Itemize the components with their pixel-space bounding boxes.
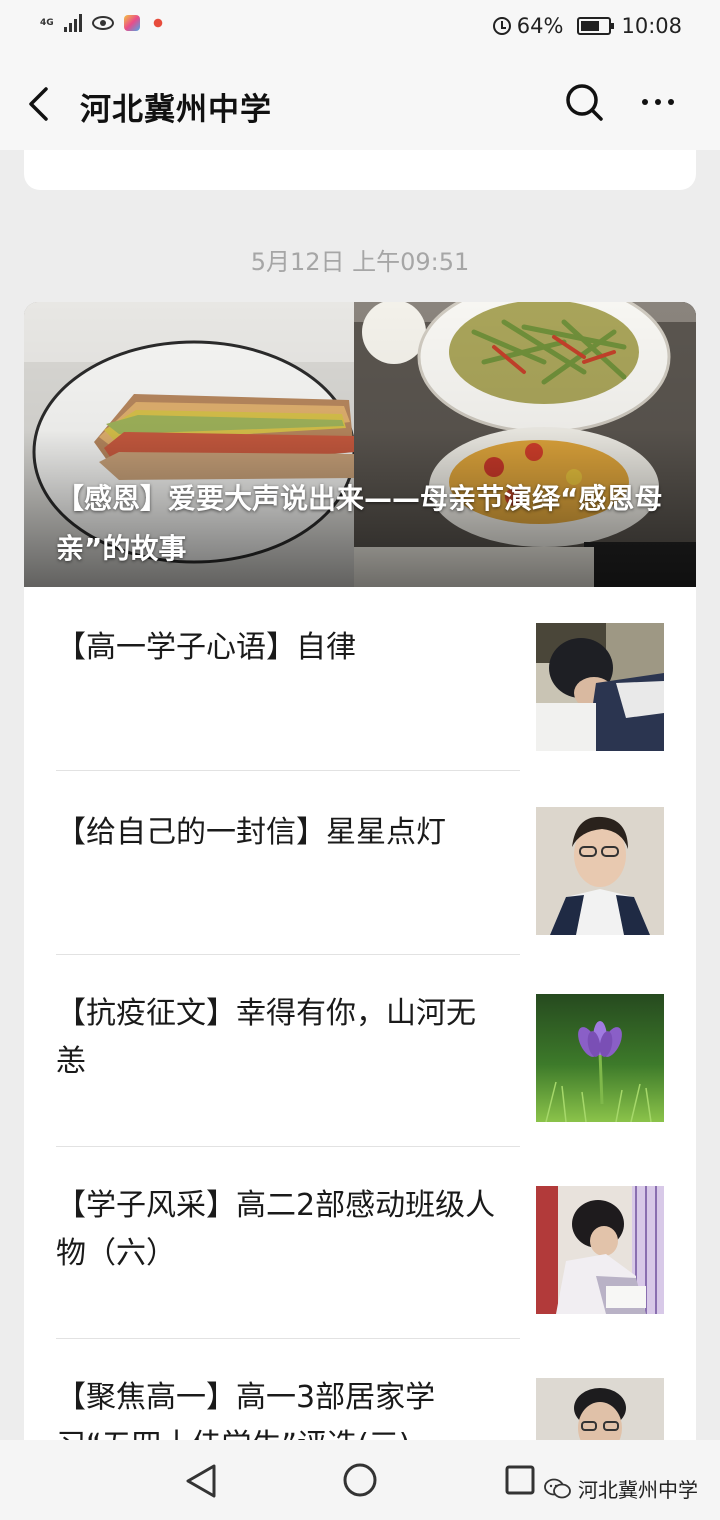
more-menu-icon[interactable] xyxy=(642,99,674,105)
clock: 10:08 xyxy=(621,14,682,38)
article-thumbnail xyxy=(536,623,664,751)
previous-message-card xyxy=(24,150,696,190)
watermark: 河北冀州中学 xyxy=(544,1474,698,1503)
nav-bar: 河北冀州中学 xyxy=(0,56,720,150)
article-divider xyxy=(56,1146,520,1147)
eye-comfort-icon xyxy=(91,16,114,30)
status-bar: 4G 64% 10:08 xyxy=(0,0,720,56)
article-divider xyxy=(56,1338,520,1339)
message-card: 【感恩】爱要大声说出来——母亲节演绎“感恩母亲”的故事 【高一学子心语】自律 【… xyxy=(24,302,696,1502)
location-notification-icon xyxy=(149,15,166,31)
cover-article[interactable]: 【感恩】爱要大声说出来——母亲节演绎“感恩母亲”的故事 xyxy=(24,302,696,587)
article-item[interactable]: 【学子风采】高二2部感动班级人物（六） xyxy=(56,1182,664,1317)
home-circle-icon[interactable] xyxy=(342,1462,378,1498)
wechat-icon xyxy=(544,1478,571,1498)
alarm-icon xyxy=(492,17,511,35)
article-divider xyxy=(56,770,520,771)
cover-article-title: 【感恩】爱要大声说出来——母亲节演绎“感恩母亲”的故事 xyxy=(56,482,663,565)
article-thumbnail xyxy=(536,807,664,935)
back-arrow-icon[interactable] xyxy=(26,86,56,122)
article-title: 【高一学子心语】自律 xyxy=(56,630,356,665)
article-title: 【抗疫征文】幸得有你，山河无恙 xyxy=(56,996,476,1079)
article-title: 【给自己的一封信】星星点灯 xyxy=(56,815,446,850)
system-navigation-bar: 河北冀州中学 xyxy=(0,1440,720,1520)
article-thumbnail xyxy=(536,994,664,1122)
article-item[interactable]: 【抗疫征文】幸得有你，山河无恙 xyxy=(56,990,664,1125)
article-title: 【学子风采】高二2部感动班级人物（六） xyxy=(56,1188,496,1271)
search-icon[interactable] xyxy=(564,82,604,122)
battery-percent: 64% xyxy=(516,14,564,38)
article-thumbnail xyxy=(536,1186,664,1314)
network-type: 4G xyxy=(40,17,54,28)
battery-icon xyxy=(577,17,615,35)
article-item[interactable]: 【给自己的一封信】星星点灯 xyxy=(56,807,664,937)
account-title: 河北冀州中学 xyxy=(80,92,272,128)
recent-apps-square-icon[interactable] xyxy=(504,1464,536,1496)
status-right: 64% 10:08 xyxy=(492,14,682,38)
back-triangle-icon[interactable] xyxy=(184,1462,218,1500)
app-notification-icon xyxy=(123,15,140,31)
status-left: 4G xyxy=(40,14,166,32)
message-timestamp: 5月12日 上午09:51 xyxy=(250,248,470,276)
watermark-text: 河北冀州中学 xyxy=(578,1478,698,1502)
article-item[interactable]: 【高一学子心语】自律 xyxy=(56,622,664,752)
article-divider xyxy=(56,954,520,955)
signal-icon xyxy=(63,14,82,32)
